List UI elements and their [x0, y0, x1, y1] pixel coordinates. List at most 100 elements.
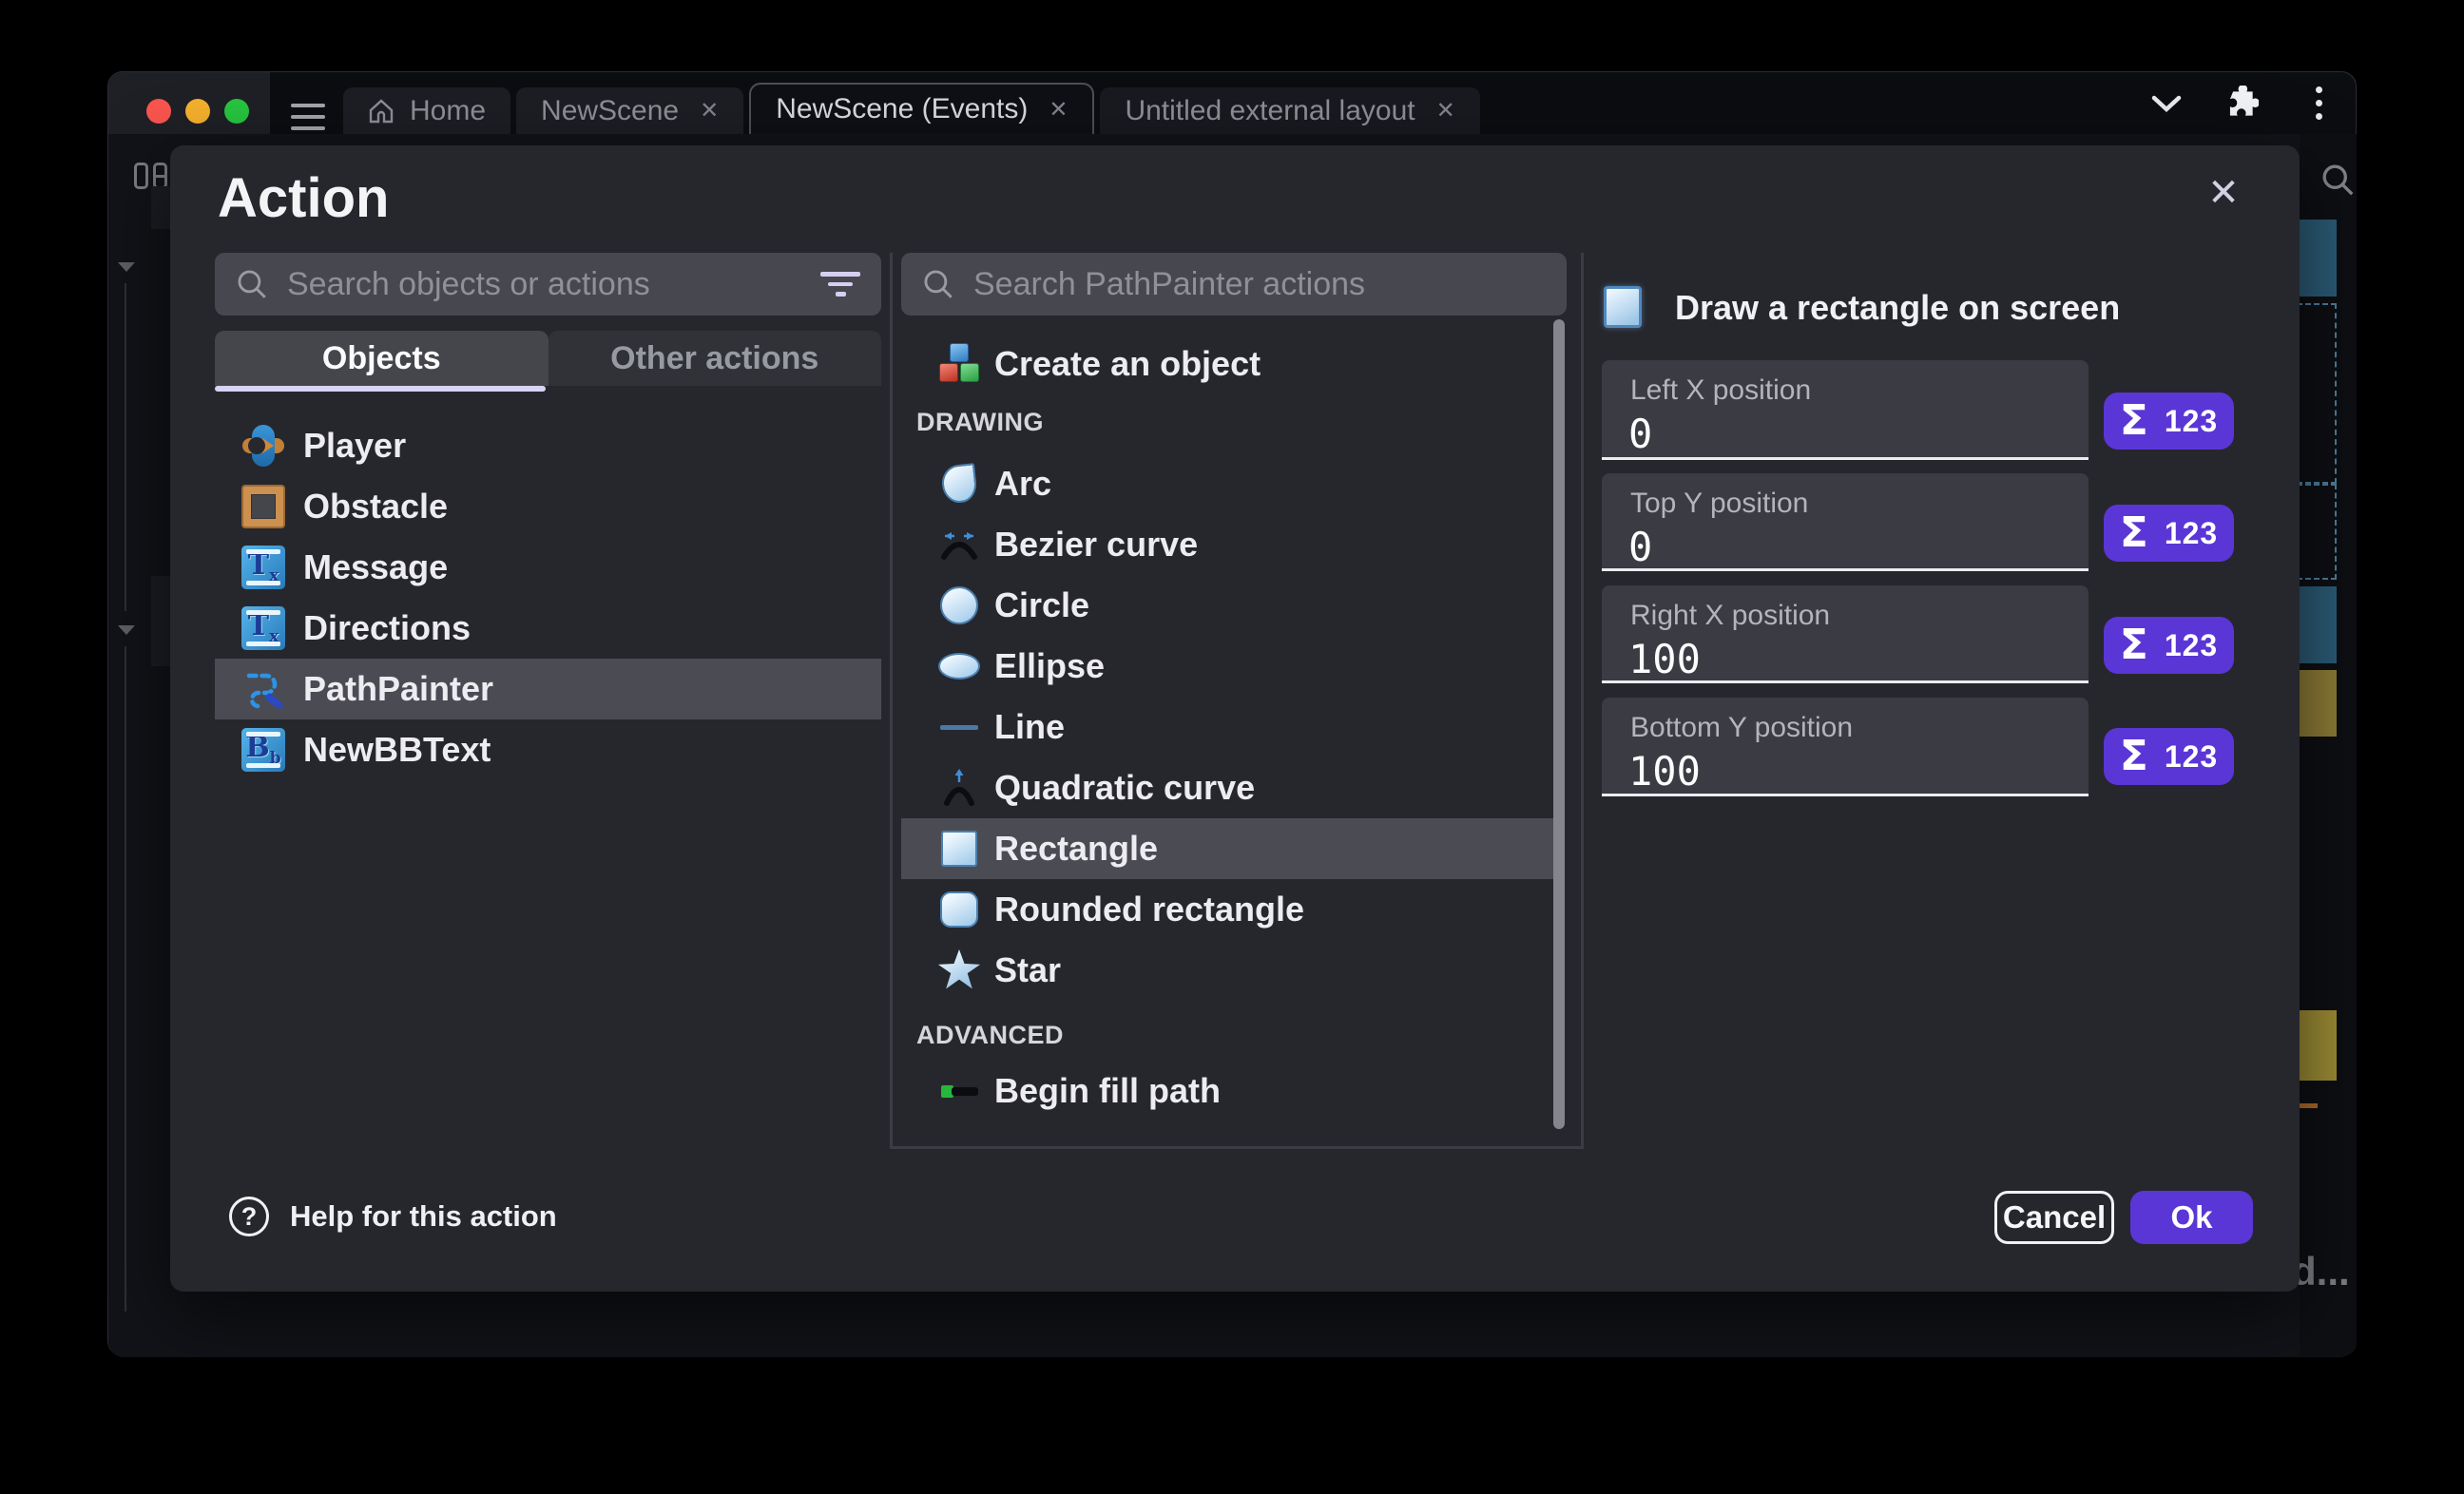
- rectangle-icon: [937, 827, 981, 871]
- object-row-obstacle[interactable]: Obstacle: [215, 476, 881, 537]
- object-row-message[interactable]: Tx Message: [215, 537, 881, 598]
- events-toolbar-icon: [134, 163, 167, 189]
- action-search-box: [901, 253, 1567, 316]
- rounded-rectangle-icon: [937, 888, 981, 931]
- tab-untitled-external-layout[interactable]: Untitled external layout ✕: [1100, 87, 1479, 134]
- collapse-triangle-icon: [118, 262, 135, 272]
- search-icon: [922, 268, 954, 300]
- bottom-y-input[interactable]: [1628, 748, 2047, 795]
- minimize-window-button[interactable]: [185, 99, 210, 124]
- field-top-y-position[interactable]: Top Y position: [1602, 473, 2089, 571]
- event-tree-line: [125, 283, 126, 611]
- expression-editor-button[interactable]: Σ 123: [2104, 617, 2234, 674]
- action-row-create-object[interactable]: Create an object: [901, 337, 1555, 391]
- action-list-scrollbar[interactable]: [1553, 319, 1565, 1129]
- question-mark-icon: ?: [229, 1197, 269, 1236]
- star-icon: [937, 948, 981, 992]
- tab-newscene[interactable]: NewScene ✕: [516, 87, 743, 134]
- object-row-directions[interactable]: Tx Directions: [215, 598, 881, 659]
- tab-newscene-events[interactable]: NewScene (Events) ✕: [749, 83, 1094, 134]
- expression-editor-button[interactable]: Σ 123: [2104, 728, 2234, 785]
- close-tab-icon[interactable]: ✕: [1431, 97, 1455, 124]
- text-object-icon: Tx: [241, 546, 285, 589]
- event-condition-block: [2297, 586, 2337, 663]
- sigma-icon: Σ: [2120, 736, 2148, 777]
- active-tab-underline: [215, 386, 546, 392]
- action-row-ellipse[interactable]: Ellipse: [901, 636, 1555, 697]
- tab-other-actions[interactable]: Other actions: [549, 331, 882, 386]
- object-panel-tabs: Objects Other actions: [215, 331, 881, 386]
- create-object-icon: [937, 342, 981, 386]
- tab-objects[interactable]: Objects: [215, 331, 549, 386]
- line-icon: [937, 705, 981, 749]
- action-list: Create an object DRAWING Arc Bezier curv…: [901, 316, 1567, 1146]
- action-row-rounded-rectangle[interactable]: Rounded rectangle: [901, 879, 1555, 940]
- right-x-input[interactable]: [1628, 636, 2047, 682]
- action-row-star[interactable]: Star: [901, 940, 1555, 1001]
- more-options-kebab-icon[interactable]: [2316, 72, 2322, 134]
- event-drop-zone: [2297, 303, 2337, 484]
- zoom-window-button[interactable]: [224, 99, 249, 124]
- close-dialog-icon[interactable]: ✕: [2199, 168, 2248, 218]
- dialog-title: Action: [218, 166, 389, 230]
- action-row-line[interactable]: Line: [901, 697, 1555, 757]
- chevron-down-icon[interactable]: [2150, 72, 2183, 134]
- text-object-icon: Tx: [241, 606, 285, 650]
- field-right-x-position[interactable]: Right X position: [1602, 585, 2089, 683]
- expression-editor-button[interactable]: Σ 123: [2104, 505, 2234, 562]
- rectangle-action-icon: [1604, 286, 1642, 328]
- object-search-input[interactable]: [287, 266, 801, 303]
- search-icon: [236, 268, 268, 300]
- extensions-puzzle-icon[interactable]: [2223, 72, 2259, 134]
- close-tab-icon[interactable]: ✕: [1043, 96, 1068, 124]
- action-row-bezier-curve[interactable]: Bezier curve: [901, 514, 1555, 575]
- help-link[interactable]: ? Help for this action: [229, 1197, 557, 1236]
- sigma-icon: Σ: [2120, 400, 2148, 442]
- ok-button[interactable]: Ok: [2130, 1191, 2253, 1244]
- event-tree-line: [125, 646, 126, 1312]
- obstacle-object-icon: [241, 485, 285, 528]
- panel-divider: [1581, 253, 1584, 1146]
- tab-home[interactable]: Home: [343, 87, 510, 134]
- pathpainter-object-icon: [241, 667, 285, 711]
- field-left-x-position[interactable]: Left X position: [1602, 360, 2089, 460]
- expression-editor-button[interactable]: Σ 123: [2104, 393, 2234, 450]
- begin-fill-path-icon: [937, 1069, 981, 1113]
- tab-label: Untitled external layout: [1125, 95, 1415, 127]
- collapse-triangle-icon: [118, 625, 135, 635]
- bbtext-object-icon: Bb: [241, 728, 285, 772]
- close-tab-icon[interactable]: ✕: [694, 97, 719, 124]
- event-drop-zone: [2297, 484, 2337, 580]
- action-row-circle[interactable]: Circle: [901, 575, 1555, 636]
- object-row-newbbtext[interactable]: Bb NewBBText: [215, 719, 881, 780]
- top-y-input[interactable]: [1628, 524, 2047, 570]
- list-bottom-divider: [890, 1146, 1584, 1149]
- object-row-pathpainter[interactable]: PathPainter: [215, 659, 881, 719]
- action-row-begin-fill-path[interactable]: Begin fill path: [901, 1061, 1555, 1121]
- panel-divider: [890, 253, 893, 1146]
- quadratic-curve-icon: [937, 766, 981, 810]
- action-title: Draw a rectangle on screen: [1675, 288, 2120, 328]
- section-header-advanced: ADVANCED: [916, 1021, 1064, 1050]
- close-window-button[interactable]: [146, 99, 171, 124]
- event-action-block: [2297, 1010, 2337, 1081]
- event-marker: [2297, 1103, 2318, 1108]
- sigma-icon: Σ: [2120, 624, 2148, 666]
- action-row-rectangle[interactable]: Rectangle: [901, 818, 1555, 879]
- action-search-input[interactable]: [973, 266, 1546, 303]
- left-x-input[interactable]: [1628, 411, 2047, 457]
- app-window: Home NewScene ✕ NewScene (Events) ✕ Unti…: [107, 71, 2357, 1356]
- cancel-button[interactable]: Cancel: [1994, 1191, 2114, 1244]
- ellipse-icon: [937, 644, 981, 688]
- action-row-partial[interactable]: [901, 1121, 1555, 1146]
- action-row-arc[interactable]: Arc: [901, 453, 1555, 514]
- action-row-quadratic-curve[interactable]: Quadratic curve: [901, 757, 1555, 818]
- field-bottom-y-position[interactable]: Bottom Y position: [1602, 698, 2089, 796]
- event-block: [151, 576, 172, 666]
- title-bar: Home NewScene ✕ NewScene (Events) ✕ Unti…: [108, 72, 2356, 134]
- main-menu-icon[interactable]: [291, 104, 325, 130]
- editor-tabs: Home NewScene ✕ NewScene (Events) ✕ Unti…: [343, 83, 1486, 134]
- filter-icon[interactable]: [820, 272, 860, 297]
- object-row-player[interactable]: Player: [215, 415, 881, 476]
- window-controls: [108, 72, 270, 141]
